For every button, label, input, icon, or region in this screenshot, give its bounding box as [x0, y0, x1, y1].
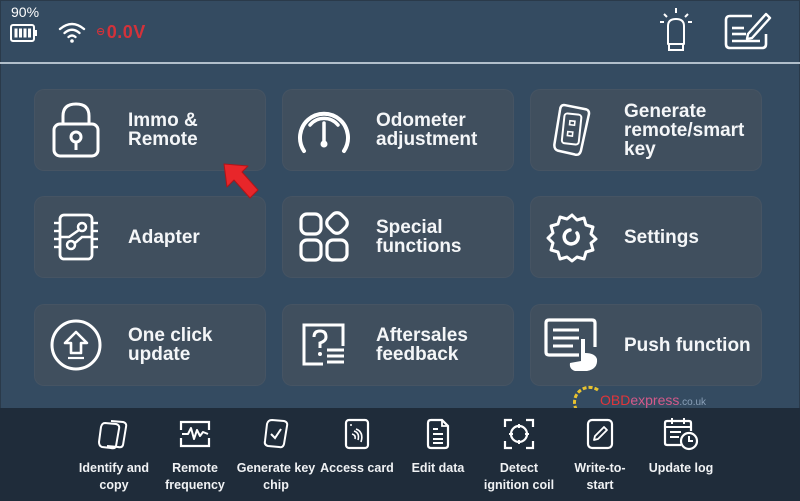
tile-odometer-adjustment[interactable]: Odometer adjustment: [282, 89, 514, 171]
watermark-suffix: .co.uk: [679, 397, 707, 408]
update-log-icon: [663, 418, 699, 451]
wifi-icon: [58, 22, 86, 43]
bottom-item-label: Edit data: [411, 461, 465, 475]
status-bar: 90% ⊖0.0V: [0, 0, 800, 62]
bottom-item-label: Identify and copy: [78, 461, 150, 492]
upload-icon: [50, 319, 102, 371]
vci-light-icon[interactable]: [656, 6, 696, 56]
bottom-item-detect-ignition-coil[interactable]: Detect ignition coil: [476, 408, 562, 494]
bottom-toolbar: Identify and copy Remote frequency Generat…: [0, 408, 800, 501]
tile-label: Special functions: [376, 217, 462, 257]
tile-label: Aftersales feedback: [376, 325, 468, 365]
tile-label: Settings: [624, 226, 699, 248]
pointer-arrow-icon: [223, 163, 259, 199]
bottom-item-label: Remote frequency: [165, 461, 225, 492]
bottom-item-label: Write-to-start: [574, 461, 626, 492]
ignition-coil-icon: [503, 418, 535, 450]
tile-label: Push function: [624, 334, 751, 356]
tile-aftersales-feedback[interactable]: Aftersales feedback: [282, 304, 514, 386]
tile-label: Immo & Remote: [128, 110, 198, 150]
bottom-item-edit-data[interactable]: Edit data: [395, 408, 481, 477]
watermark-brand: OBD: [600, 392, 631, 408]
special-functions-icon: [299, 211, 349, 262]
bottom-item-identify-copy[interactable]: Identify and copy: [71, 408, 157, 494]
frequency-icon: [179, 420, 211, 448]
watermark-brand2: express: [630, 392, 680, 408]
bottom-item-generate-key-chip[interactable]: Generate key chip: [233, 408, 319, 494]
identify-copy-icon: [97, 420, 128, 450]
battery-percent: 90%: [11, 4, 40, 20]
tile-label: Odometer adjustment: [376, 110, 478, 150]
gear-icon: [546, 213, 598, 263]
car-battery-icon: ⊖: [96, 26, 106, 38]
bottom-item-label: Detect ignition coil: [483, 461, 555, 492]
bottom-item-update-log[interactable]: Update log: [638, 408, 724, 477]
bottom-item-write-to-start[interactable]: Write-to-start: [557, 408, 643, 494]
key-chip-icon: [263, 418, 289, 449]
tile-label: Adapter: [128, 226, 200, 248]
question-list-icon: [302, 323, 345, 366]
bottom-item-label: Generate key chip: [236, 461, 316, 492]
adapter-chip-icon: [54, 213, 98, 261]
tile-adapter[interactable]: Adapter: [34, 196, 266, 278]
tile-label: Generate remote/smart key: [624, 100, 745, 160]
voltage-value: 0.0V: [106, 22, 146, 42]
bottom-item-label: Access card: [320, 461, 394, 475]
header-divider: [0, 62, 800, 64]
tile-push-function[interactable]: Push function: [530, 304, 762, 386]
tile-label: One click update: [128, 325, 213, 365]
bottom-item-label: Update log: [648, 461, 714, 475]
push-touch-icon: [544, 318, 598, 371]
tile-special-functions[interactable]: Special functions: [282, 196, 514, 278]
bottom-item-remote-frequency[interactable]: Remote frequency: [152, 408, 238, 494]
feedback-note-icon[interactable]: [722, 10, 774, 52]
smart-key-icon: [553, 103, 591, 156]
bottom-item-access-card[interactable]: Access card: [314, 408, 400, 477]
watermark-text: OBDexpress.co.uk: [600, 392, 706, 408]
voltage-readout: ⊖0.0V: [96, 22, 146, 43]
lock-icon: [52, 102, 100, 158]
gauge-icon: [298, 111, 350, 153]
edit-data-icon: [426, 418, 450, 450]
tile-generate-remote-smart-key[interactable]: Generate remote/smart key: [530, 89, 762, 171]
write-icon: [586, 418, 614, 450]
tile-one-click-update[interactable]: One click update: [34, 304, 266, 386]
battery-icon: [10, 24, 37, 42]
access-card-icon: [344, 418, 370, 450]
tile-settings[interactable]: Settings: [530, 196, 762, 278]
